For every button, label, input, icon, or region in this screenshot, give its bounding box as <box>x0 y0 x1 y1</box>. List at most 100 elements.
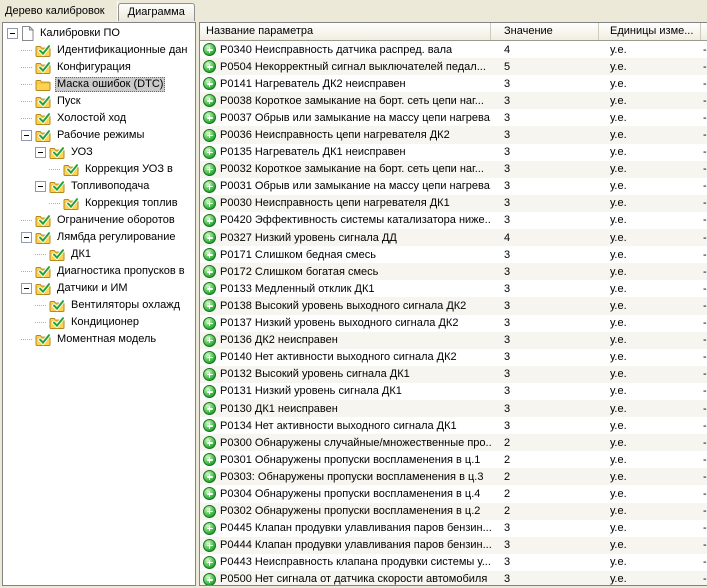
collapse-toggle-icon[interactable] <box>35 181 46 192</box>
cell-value: 2 <box>491 488 599 500</box>
cell-units: у.е. <box>599 539 701 551</box>
parameter-name-text: P0303: Обнаружены пропуски воспламенения… <box>220 471 483 483</box>
table-row[interactable]: P0303: Обнаружены пропуски воспламенения… <box>200 468 707 485</box>
collapse-toggle-icon[interactable] <box>21 232 32 243</box>
table-row[interactable]: P0038 Короткое замыкание на борт. сеть ц… <box>200 92 707 109</box>
tab-calibration-tree[interactable]: Дерево калибровок <box>0 1 118 21</box>
tree-item[interactable]: Конфигурация <box>3 59 195 76</box>
tree-item[interactable]: Вентиляторы охлажд <box>3 297 195 314</box>
table-row[interactable]: P0141 Нагреватель ДК2 неисправен3у.е.- <box>200 75 707 92</box>
table-row[interactable]: P0302 Обнаружены пропуски воспламенения … <box>200 503 707 520</box>
cell-parameter-name: P0132 Высокий уровень сигнала ДК1 <box>200 368 491 381</box>
tab-diagram[interactable]: Диаграмма <box>118 3 195 21</box>
table-row[interactable]: P0032 Короткое замыкание на борт. сеть ц… <box>200 161 707 178</box>
tree-item[interactable]: ДК1 <box>3 246 195 263</box>
collapse-toggle-icon[interactable] <box>21 130 32 141</box>
table-row[interactable]: P0030 Неисправность цепи нагревателя ДК1… <box>200 195 707 212</box>
table-row[interactable]: P0304 Обнаружены пропуски воспламенения … <box>200 485 707 502</box>
tree-item[interactable]: Моментная модель <box>3 331 195 348</box>
tree-item[interactable]: Коррекция УОЗ в <box>3 161 195 178</box>
cell-parameter-name: P0133 Медленный отклик ДК1 <box>200 282 491 295</box>
cell-extra: - <box>701 232 707 244</box>
tree-item[interactable]: Калибровки ПО <box>3 25 195 42</box>
folder-check-icon <box>49 180 65 194</box>
table-row[interactable]: P0140 Нет активности выходного сигнала Д… <box>200 349 707 366</box>
tree-item[interactable]: Диагностика пропусков в <box>3 263 195 280</box>
cell-value: 4 <box>491 44 599 56</box>
table-row[interactable]: P0420 Эффективность системы катализатора… <box>200 212 707 229</box>
dtc-plus-icon <box>203 299 216 312</box>
tree-item[interactable]: Холостой ход <box>3 110 195 127</box>
table-row[interactable]: P0132 Высокий уровень сигнала ДК13у.е.- <box>200 366 707 383</box>
cell-units: у.е. <box>599 334 701 346</box>
table-row[interactable]: P0036 Неисправность цепи нагревателя ДК2… <box>200 126 707 143</box>
tree-item[interactable]: Рабочие режимы <box>3 127 195 144</box>
dtc-plus-icon <box>203 573 216 585</box>
column-header-name[interactable]: Название параметра <box>200 23 491 40</box>
table-row[interactable]: P0504 Некорректный сигнал выключателей п… <box>200 58 707 75</box>
table-row[interactable]: P0138 Высокий уровень выходного сигнала … <box>200 297 707 314</box>
tree-item[interactable]: Идентификационные дан <box>3 42 195 59</box>
collapse-toggle-icon[interactable] <box>35 147 46 158</box>
tree-indent <box>3 169 49 170</box>
table-row[interactable]: P0135 Нагреватель ДК1 неисправен3у.е.- <box>200 144 707 161</box>
table-row[interactable]: P0340 Неисправность датчика распред. вал… <box>200 41 707 58</box>
table-row[interactable]: P0500 Нет сигнала от датчика скорости ав… <box>200 571 707 585</box>
table-row[interactable]: P0443 Неисправность клапана продувки сис… <box>200 554 707 571</box>
folder-check-icon <box>49 316 65 330</box>
table-row[interactable]: P0134 Нет активности выходного сигнала Д… <box>200 417 707 434</box>
tree-indent <box>3 152 35 153</box>
tree-item[interactable]: УОЗ <box>3 144 195 161</box>
tree-indent <box>3 254 35 255</box>
parameter-name-text: P0130 ДК1 неисправен <box>220 403 338 415</box>
cell-units: у.е. <box>599 78 701 90</box>
table-row[interactable]: P0131 Низкий уровень сигнала ДК13у.е.- <box>200 383 707 400</box>
table-row[interactable]: P0301 Обнаружены пропуски воспламенения … <box>200 451 707 468</box>
tree-connector-line <box>49 203 60 204</box>
table-row[interactable]: P0445 Клапан продувки улавливания паров … <box>200 520 707 537</box>
cell-parameter-name: P0444 Клапан продувки улавливания паров … <box>200 539 491 552</box>
dtc-plus-icon <box>203 334 216 347</box>
table-row[interactable]: P0171 Слишком бедная смесь3у.е.- <box>200 246 707 263</box>
tree-item[interactable]: Датчики и ИМ <box>3 280 195 297</box>
table-row[interactable]: P0031 Обрыв или замыкание на массу цепи … <box>200 178 707 195</box>
collapse-toggle-icon[interactable] <box>7 28 18 39</box>
table-row[interactable]: P0136 ДК2 неисправен3у.е.- <box>200 332 707 349</box>
cell-parameter-name: P0036 Неисправность цепи нагревателя ДК2 <box>200 129 491 142</box>
column-header-value[interactable]: Значение <box>491 23 599 40</box>
cell-extra: - <box>701 385 707 397</box>
table-row[interactable]: P0133 Медленный отклик ДК13у.е.- <box>200 280 707 297</box>
tree-indent <box>3 220 21 221</box>
column-header-extra[interactable] <box>701 23 707 40</box>
tree-indent <box>3 84 21 85</box>
parameter-name-text: P0504 Некорректный сигнал выключателей п… <box>220 61 486 73</box>
cell-parameter-name: P0141 Нагреватель ДК2 неисправен <box>200 77 491 90</box>
cell-value: 3 <box>491 214 599 226</box>
cell-parameter-name: P0302 Обнаружены пропуски воспламенения … <box>200 505 491 518</box>
table-row[interactable]: P0300 Обнаружены случайные/множественные… <box>200 434 707 451</box>
table-row[interactable]: P0172 Слишком богатая смесь3у.е.- <box>200 263 707 280</box>
dtc-plus-icon <box>203 522 216 535</box>
table-row[interactable]: P0130 ДК1 неисправен3у.е.- <box>200 400 707 417</box>
cell-units: у.е. <box>599 471 701 483</box>
tree-item[interactable]: Топливоподача <box>3 178 195 195</box>
tree-item-label: Холостой ход <box>55 111 128 126</box>
tree-item[interactable]: Кондиционер <box>3 314 195 331</box>
table-row[interactable]: P0037 Обрыв или замыкание на массу цепи … <box>200 109 707 126</box>
folder-check-icon <box>35 61 51 75</box>
table-row[interactable]: P0137 Низкий уровень выходного сигнала Д… <box>200 315 707 332</box>
parameter-name-text: P0420 Эффективность системы катализатора… <box>220 214 491 226</box>
tree-indent <box>3 322 35 323</box>
table-row[interactable]: P0444 Клапан продувки улавливания паров … <box>200 537 707 554</box>
tree-item[interactable]: Пуск <box>3 93 195 110</box>
tree-item[interactable]: Ограничение оборотов <box>3 212 195 229</box>
tree-item[interactable]: Лямбда регулирование <box>3 229 195 246</box>
cell-units: у.е. <box>599 573 701 585</box>
collapse-toggle-icon[interactable] <box>21 283 32 294</box>
tree-connector-line <box>21 271 32 272</box>
tree-item[interactable]: Маска ошибок (DTC) <box>3 76 195 93</box>
table-row[interactable]: P0327 Низкий уровень сигнала ДД4у.е.- <box>200 229 707 246</box>
tree-item[interactable]: Коррекция топлив <box>3 195 195 212</box>
column-header-units[interactable]: Единицы изме... <box>599 23 701 40</box>
folder-check-icon <box>35 112 51 126</box>
